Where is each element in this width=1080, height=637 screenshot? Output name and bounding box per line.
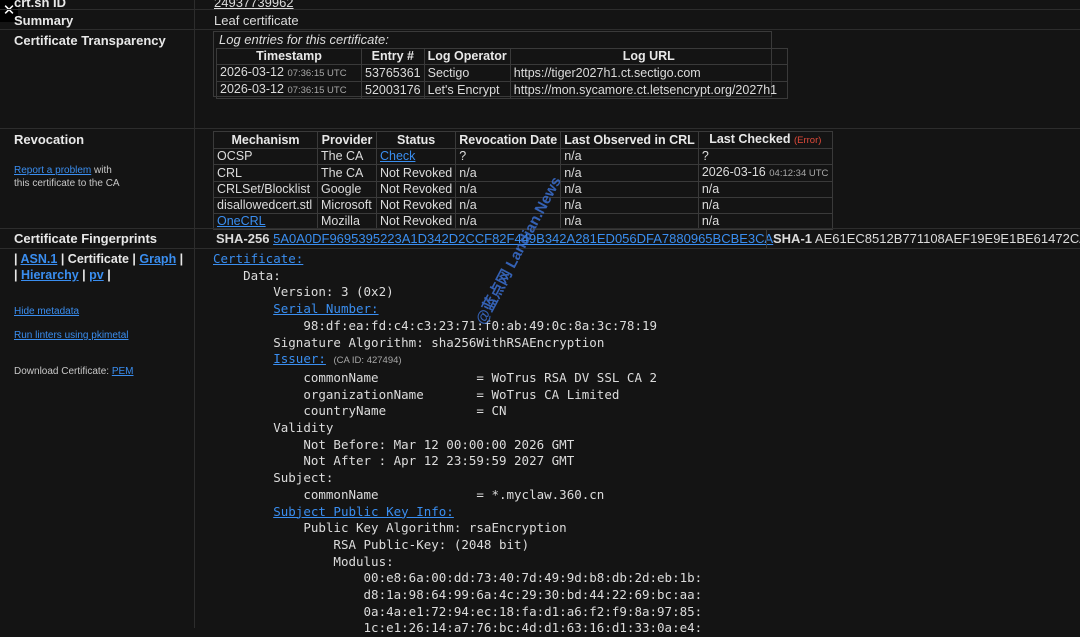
report-problem-link[interactable]: Report a problem	[14, 165, 91, 176]
ct-cell-url: https://mon.sycamore.ct.letsencrypt.org/…	[509, 81, 788, 99]
nav-pv-link[interactable]: pv	[89, 268, 104, 282]
ct-col-timestamp: Timestamp	[216, 48, 362, 65]
table-row: 2026-03-12 07:36:15 UTC 53765361 Sectigo…	[216, 64, 788, 82]
sha1-label: SHA-1	[773, 231, 813, 246]
ct-caption: Log entries for this certificate:	[219, 32, 389, 47]
divider	[0, 128, 1080, 129]
ct-cell-operator: Sectigo	[423, 64, 511, 82]
ct-cell-operator: Let's Encrypt	[423, 81, 511, 99]
rev-cell-provider: Microsoft	[317, 197, 377, 214]
nav-hierarchy-link[interactable]: Hierarchy	[21, 268, 79, 282]
rev-cell-observed: n/a	[560, 181, 699, 198]
table-row: CRL The CA Not Revoked n/a n/a 2026-03-1…	[213, 164, 833, 182]
summary-label: Summary	[14, 13, 74, 28]
ocsp-check-link[interactable]: Check	[380, 149, 415, 163]
report-problem-text: Report a problem with this certificate t…	[14, 165, 120, 189]
hide-metadata-link[interactable]: Hide metadata	[14, 306, 79, 317]
rev-cell-status: Not Revoked	[375, 164, 457, 182]
spki-link[interactable]: Subject Public Key Info:	[273, 504, 454, 519]
summary-value: Leaf certificate	[214, 13, 299, 28]
rev-cell-observed: n/a	[560, 148, 699, 165]
ct-col-url: Log URL	[509, 48, 788, 65]
rev-cell-observed: n/a	[560, 197, 699, 214]
ct-col-operator: Log Operator	[423, 48, 511, 65]
pem-download-link[interactable]: PEM	[112, 366, 134, 377]
fingerprints-row: SHA-256 5A0A0DF9695395223A1D342D2CCF82F4…	[216, 231, 773, 246]
rev-col-date: Revocation Date	[455, 131, 562, 149]
rev-cell-mechanism: CRLSet/Blocklist	[213, 181, 318, 198]
rev-cell-status: Not Revoked	[375, 197, 457, 214]
rev-col-checked: Last Checked (Error)	[697, 131, 833, 149]
rev-cell-observed: n/a	[560, 164, 699, 182]
divider	[0, 248, 1080, 249]
rev-cell-status: Not Revoked	[375, 181, 457, 198]
rev-cell-mechanism: OCSP	[213, 148, 318, 165]
rev-cell-mechanism: CRL	[213, 164, 318, 182]
sha1-value: AE61EC8512B771108AEF19E9E1BE61472CA5	[814, 231, 1080, 246]
download-row: Download Certificate: PEM	[14, 366, 134, 377]
rev-cell-checked: ?	[697, 148, 833, 165]
revocation-table: Mechanism Provider Status Revocation Dat…	[213, 131, 833, 230]
table-row: CRLSet/Blocklist Google Not Revoked n/a …	[213, 181, 833, 198]
table-row: OCSP The CA Check ? n/a ?	[213, 148, 833, 165]
error-badge: (Error)	[793, 135, 822, 146]
rev-col-status: Status	[375, 131, 457, 149]
ct-cell-entry: 52003176	[361, 81, 425, 99]
rev-cell-date: ?	[455, 148, 562, 165]
table-row: disallowedcert.stl Microsoft Not Revoked…	[213, 197, 833, 214]
serial-number-link[interactable]: Serial Number:	[273, 301, 378, 316]
onecrl-link[interactable]: OneCRL	[217, 214, 266, 228]
sha256-label: SHA-256	[216, 231, 270, 246]
sha1-row: SHA-1 AE61EC8512B771108AEF19E9E1BE61472C…	[773, 231, 1080, 246]
revocation-label: Revocation	[14, 132, 85, 147]
ct-cell-timestamp: 2026-03-12 07:36:15 UTC	[216, 64, 362, 82]
ct-cell-timestamp: 2026-03-12 07:36:15 UTC	[216, 81, 362, 99]
ct-cell-url: https://tiger2027h1.ct.sectigo.com	[509, 64, 788, 82]
rev-cell-provider: The CA	[317, 148, 377, 165]
ct-label: Certificate Transparency	[14, 33, 166, 48]
rev-col-observed: Last Observed in CRL	[560, 131, 699, 149]
divider	[0, 29, 1080, 30]
run-linters-link[interactable]: Run linters using pkimetal	[14, 330, 129, 341]
rev-cell-status: Check	[375, 148, 457, 165]
nav-asn1-link[interactable]: ASN.1	[21, 252, 58, 266]
rev-col-provider: Provider	[317, 131, 377, 149]
ct-cell-entry: 53765361	[361, 64, 425, 82]
run-linters-row: Run linters using pkimetal	[14, 329, 129, 342]
nav-certificate: Certificate	[67, 252, 129, 266]
certificate-text: Certificate: Data: Version: 3 (0x2) Seri…	[213, 251, 703, 636]
rev-col-mechanism: Mechanism	[213, 131, 318, 149]
table-row: 2026-03-12 07:36:15 UTC 52003176 Let's E…	[216, 81, 788, 99]
divider	[0, 9, 1080, 10]
ct-col-entry: Entry #	[361, 48, 425, 65]
rev-cell-checked: n/a	[697, 181, 833, 198]
rev-cell-mechanism: disallowedcert.stl	[213, 197, 318, 214]
rev-cell-provider: Google	[317, 181, 377, 198]
issuer-link[interactable]: Issuer:	[273, 351, 326, 366]
hide-metadata-row: Hide metadata	[14, 305, 79, 318]
rev-cell-checked: 2026-03-16 04:12:34 UTC	[697, 164, 833, 182]
view-nav: | ASN.1 | Certificate | Graph | | Hierar…	[14, 252, 184, 282]
rev-cell-provider: The CA	[317, 164, 377, 182]
ct-table: Timestamp Entry # Log Operator Log URL 2…	[216, 48, 788, 99]
rev-cell-checked: n/a	[697, 197, 833, 214]
nav-graph-link[interactable]: Graph	[139, 252, 176, 266]
fingerprints-label: Certificate Fingerprints	[14, 231, 158, 246]
divider	[766, 229, 767, 249]
certificate-link[interactable]: Certificate:	[213, 251, 303, 266]
